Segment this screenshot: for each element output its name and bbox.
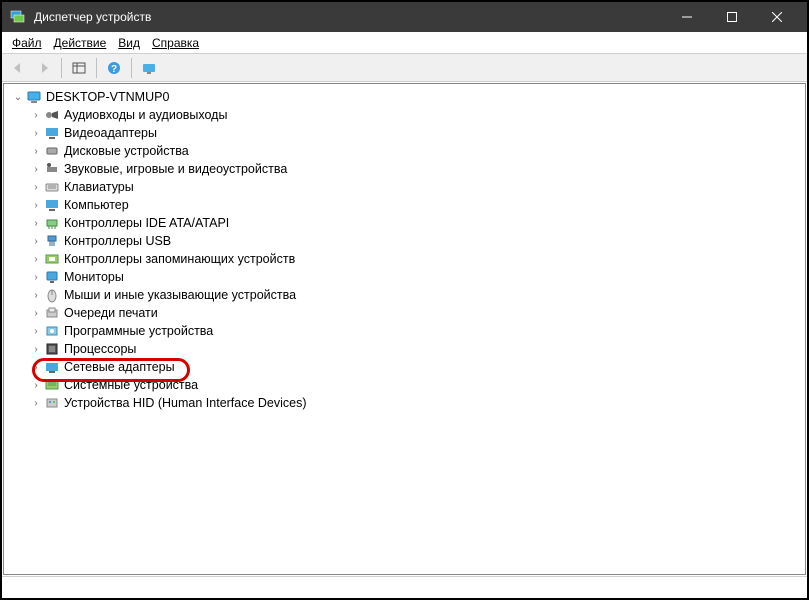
expand-icon[interactable]: › bbox=[30, 325, 42, 337]
expand-icon[interactable]: › bbox=[30, 181, 42, 193]
toolbar-separator bbox=[61, 58, 62, 78]
titlebar: Диспетчер устройств bbox=[2, 2, 807, 32]
expand-icon[interactable]: › bbox=[30, 145, 42, 157]
collapse-icon[interactable]: ⌄ bbox=[12, 91, 24, 103]
expand-icon[interactable]: › bbox=[30, 361, 42, 373]
tree-item[interactable]: › Контроллеры IDE ATA/ATAPI bbox=[30, 214, 797, 232]
tree-item[interactable]: › Мониторы bbox=[30, 268, 797, 286]
back-button[interactable] bbox=[6, 56, 30, 80]
category-icon bbox=[44, 197, 60, 213]
tree-item[interactable]: › Сетевые адаптеры bbox=[30, 358, 797, 376]
category-icon bbox=[44, 323, 60, 339]
expand-icon[interactable]: › bbox=[30, 307, 42, 319]
menu-view[interactable]: Вид bbox=[112, 34, 146, 52]
window-title: Диспетчер устройств bbox=[34, 10, 664, 24]
tree-item[interactable]: › Видеоадаптеры bbox=[30, 124, 797, 142]
category-icon bbox=[44, 215, 60, 231]
expand-icon[interactable]: › bbox=[30, 271, 42, 283]
expand-icon[interactable]: › bbox=[30, 217, 42, 229]
tree-item[interactable]: › Компьютер bbox=[30, 196, 797, 214]
tree-item[interactable]: › Дисковые устройства bbox=[30, 142, 797, 160]
tree-item-label: Очереди печати bbox=[64, 306, 158, 320]
window-controls bbox=[664, 2, 799, 32]
svg-text:?: ? bbox=[111, 64, 117, 75]
tree-item-label: Аудиовходы и аудиовыходы bbox=[64, 108, 227, 122]
tree-item-label: Звуковые, игровые и видеоустройства bbox=[64, 162, 287, 176]
category-icon bbox=[44, 161, 60, 177]
category-icon bbox=[44, 377, 60, 393]
category-icon bbox=[44, 233, 60, 249]
category-icon bbox=[44, 269, 60, 285]
expand-icon[interactable]: › bbox=[30, 235, 42, 247]
expand-icon[interactable]: › bbox=[30, 109, 42, 121]
close-button[interactable] bbox=[754, 2, 799, 32]
tree-item-label: Процессоры bbox=[64, 342, 136, 356]
tree-item-label: Контроллеры USB bbox=[64, 234, 171, 248]
tree-item-label: Мониторы bbox=[64, 270, 124, 284]
tree-item[interactable]: › Системные устройства bbox=[30, 376, 797, 394]
tree-item-label: Контроллеры IDE ATA/ATAPI bbox=[64, 216, 229, 230]
category-icon bbox=[44, 125, 60, 141]
expand-icon[interactable]: › bbox=[30, 199, 42, 211]
computer-icon bbox=[26, 89, 42, 105]
show-hidden-button[interactable] bbox=[67, 56, 91, 80]
tree-root-label: DESKTOP-VTNMUP0 bbox=[46, 90, 169, 104]
status-bar bbox=[2, 576, 807, 598]
tree-item-label: Видеоадаптеры bbox=[64, 126, 157, 140]
toolbar: ? bbox=[2, 54, 807, 82]
tree-item-label: Клавиатуры bbox=[64, 180, 134, 194]
category-icon bbox=[44, 143, 60, 159]
tree-item-label: Сетевые адаптеры bbox=[64, 360, 175, 374]
menu-help[interactable]: Справка bbox=[146, 34, 205, 52]
category-icon bbox=[44, 287, 60, 303]
menu-action[interactable]: Действие bbox=[48, 34, 113, 52]
category-icon bbox=[44, 107, 60, 123]
tree-item[interactable]: › Звуковые, игровые и видеоустройства bbox=[30, 160, 797, 178]
expand-icon[interactable]: › bbox=[30, 127, 42, 139]
tree-item[interactable]: › Устройства HID (Human Interface Devices… bbox=[30, 394, 797, 412]
tree-item-label: Контроллеры запоминающих устройств bbox=[64, 252, 295, 266]
menubar: Файл Действие Вид Справка bbox=[2, 32, 807, 54]
category-icon bbox=[44, 341, 60, 357]
tree-item[interactable]: › Контроллеры запоминающих устройств bbox=[30, 250, 797, 268]
expand-icon[interactable]: › bbox=[30, 379, 42, 391]
tree-item[interactable]: › Мыши и иные указывающие устройства bbox=[30, 286, 797, 304]
category-icon bbox=[44, 251, 60, 267]
tree-item-label: Программные устройства bbox=[64, 324, 213, 338]
tree-item[interactable]: › Аудиовходы и аудиовыходы bbox=[30, 106, 797, 124]
category-icon bbox=[44, 395, 60, 411]
toolbar-separator bbox=[131, 58, 132, 78]
device-tree-panel[interactable]: ⌄ DESKTOP-VTNMUP0 › Аудиовходы и аудиовых… bbox=[3, 83, 806, 575]
expand-icon[interactable]: › bbox=[30, 343, 42, 355]
forward-button[interactable] bbox=[32, 56, 56, 80]
category-icon bbox=[44, 179, 60, 195]
tree-item[interactable]: › Программные устройства bbox=[30, 322, 797, 340]
expand-icon[interactable]: › bbox=[30, 289, 42, 301]
menu-file[interactable]: Файл bbox=[6, 34, 48, 52]
tree-item[interactable]: › Клавиатуры bbox=[30, 178, 797, 196]
expand-icon[interactable]: › bbox=[30, 163, 42, 175]
tree-item-label: Компьютер bbox=[64, 198, 129, 212]
tree-item[interactable]: › Процессоры bbox=[30, 340, 797, 358]
toolbar-separator bbox=[96, 58, 97, 78]
tree-item[interactable]: › Очереди печати bbox=[30, 304, 797, 322]
maximize-button[interactable] bbox=[709, 2, 754, 32]
category-icon bbox=[44, 305, 60, 321]
expand-icon[interactable]: › bbox=[30, 253, 42, 265]
tree-item-label: Дисковые устройства bbox=[64, 144, 189, 158]
tree-item[interactable]: › Контроллеры USB bbox=[30, 232, 797, 250]
category-icon bbox=[44, 359, 60, 375]
expand-icon[interactable]: › bbox=[30, 397, 42, 409]
minimize-button[interactable] bbox=[664, 2, 709, 32]
tree-item-label: Устройства HID (Human Interface Devices) bbox=[64, 396, 307, 410]
help-button[interactable]: ? bbox=[102, 56, 126, 80]
app-icon bbox=[10, 9, 26, 25]
device-tree: ⌄ DESKTOP-VTNMUP0 › Аудиовходы и аудиовых… bbox=[12, 88, 797, 412]
scan-hardware-button[interactable] bbox=[137, 56, 161, 80]
tree-item-label: Мыши и иные указывающие устройства bbox=[64, 288, 296, 302]
tree-root[interactable]: ⌄ DESKTOP-VTNMUP0 bbox=[12, 88, 797, 106]
tree-item-label: Системные устройства bbox=[64, 378, 198, 392]
